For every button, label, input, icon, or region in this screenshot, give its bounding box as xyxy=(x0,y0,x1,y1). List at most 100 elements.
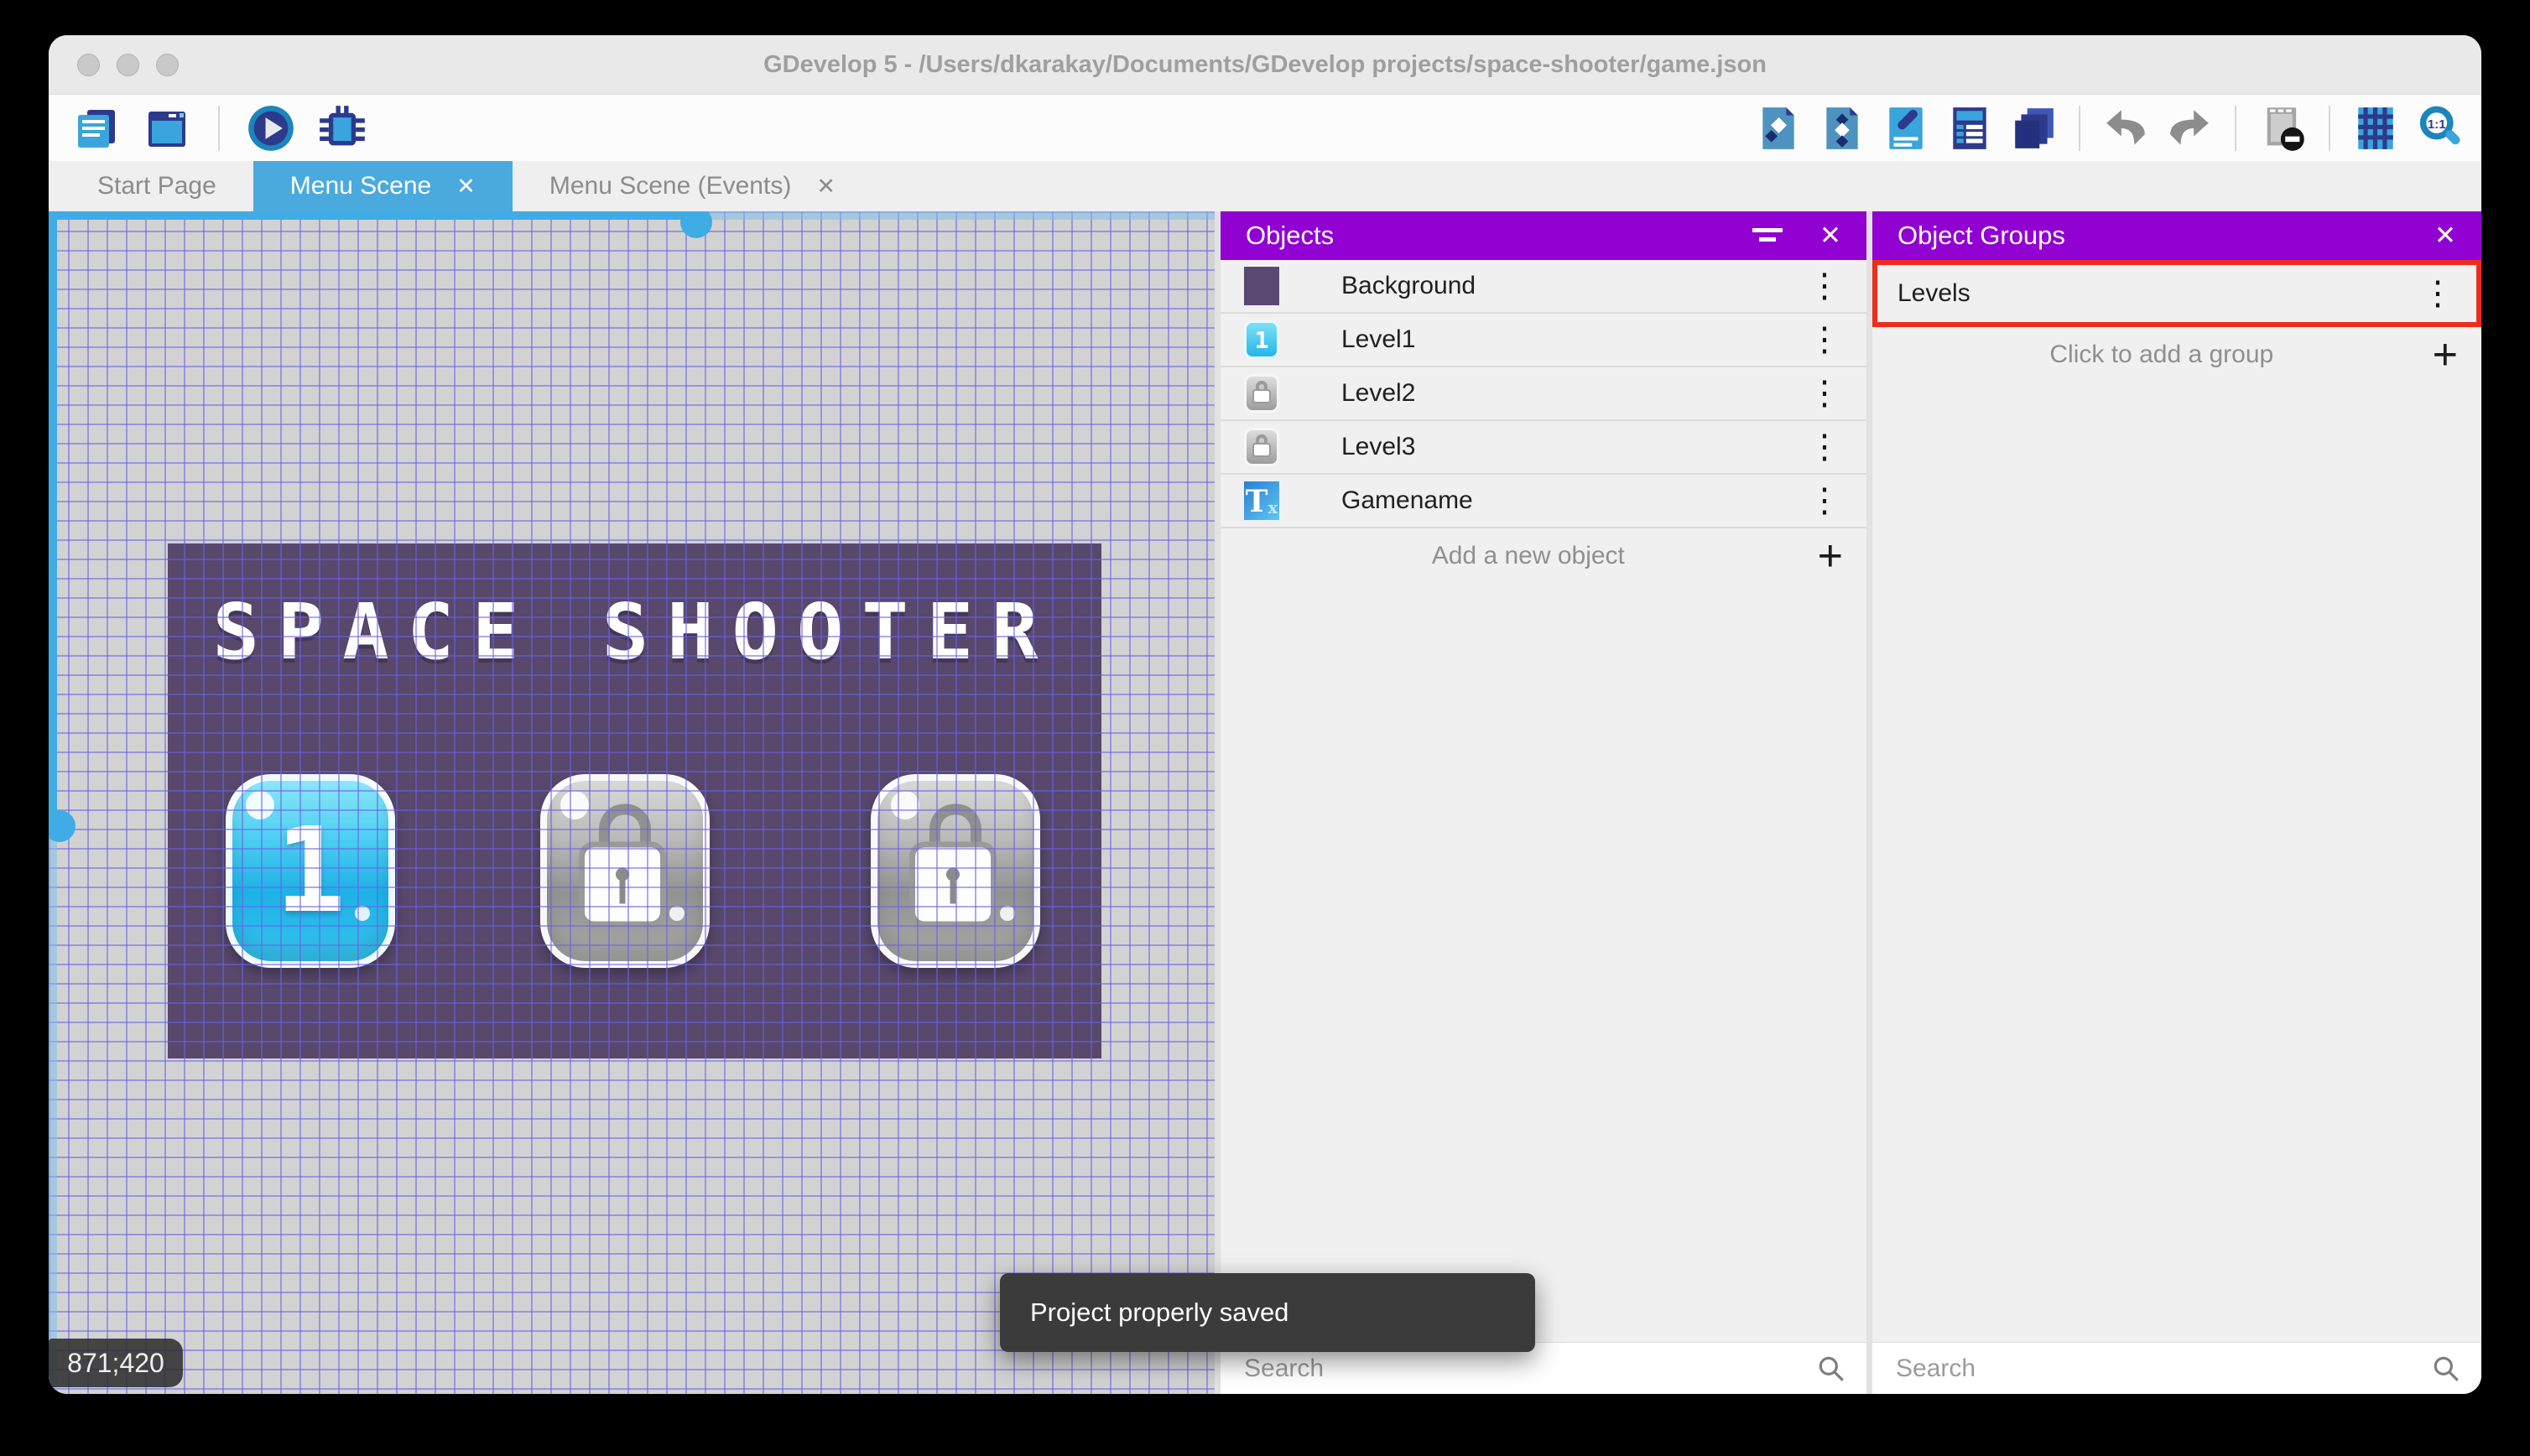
cursor-coordinates-badge: 871;420 xyxy=(49,1339,183,1387)
minimize-window-icon[interactable] xyxy=(117,53,139,76)
kebab-menu-icon[interactable]: ⋮ xyxy=(1801,267,1848,305)
object-name: Level1 xyxy=(1341,325,1416,353)
objects-panel-header: Objects ✕ xyxy=(1221,211,1866,260)
horizontal-scroll-knob[interactable] xyxy=(680,211,712,238)
zoom-window-icon[interactable] xyxy=(156,53,179,76)
kebab-menu-icon[interactable]: ⋮ xyxy=(1801,481,1848,520)
filter-icon[interactable] xyxy=(1752,226,1783,246)
locked-thumbnail xyxy=(1244,374,1279,413)
project-manager-icon[interactable] xyxy=(72,106,121,151)
text-object-thumbnail: Tx xyxy=(1244,481,1279,520)
tab-label: Menu Scene xyxy=(289,172,432,200)
toolbar-separator xyxy=(2235,105,2236,151)
tab-bar: Start Page Menu Scene ✕ Menu Scene (Even… xyxy=(49,161,2481,211)
close-tab-icon[interactable]: ✕ xyxy=(816,174,836,200)
add-object-row[interactable]: Add a new object + xyxy=(1221,528,1866,584)
object-row-level3[interactable]: Level3 ⋮ xyxy=(1221,421,1866,475)
plus-icon[interactable]: + xyxy=(2428,330,2463,380)
level3-button-object[interactable] xyxy=(871,774,1040,968)
object-row-level1[interactable]: 1 Level1 ⋮ xyxy=(1221,314,1866,367)
kebab-menu-icon[interactable]: ⋮ xyxy=(2414,274,2461,313)
tab-start-page[interactable]: Start Page xyxy=(60,161,253,211)
level2-button-object[interactable] xyxy=(540,774,710,968)
background-object[interactable]: SPACE SHOOTER 1 xyxy=(168,543,1101,1058)
objects-editor-icon[interactable] xyxy=(1755,104,1802,153)
objects-panel-spacer xyxy=(1221,584,1866,1342)
object-groups-panel: Object Groups ✕ Levels ⋮ Click to add a … xyxy=(1872,211,2481,1394)
zoom-1-1-icon[interactable]: 1:1 xyxy=(2416,104,2465,153)
toolbar-separator xyxy=(218,105,220,151)
level1-button-object[interactable]: 1 xyxy=(226,774,395,968)
redo-icon[interactable] xyxy=(2166,104,2213,153)
object-name: Background xyxy=(1341,272,1476,299)
object-name: Gamename xyxy=(1341,486,1473,514)
level1-number: 1 xyxy=(274,803,346,939)
mini-lock-icon xyxy=(1252,381,1272,406)
window-title: GDevelop 5 - /Users/dkarakay/Documents/G… xyxy=(763,50,1767,78)
panel-divider[interactable] xyxy=(1215,211,1221,1394)
toolbar-left-group xyxy=(72,104,367,153)
save-toast: Project properly saved xyxy=(1000,1273,1535,1352)
add-group-row[interactable]: Click to add a group + xyxy=(1872,327,2481,382)
object-groups-panel-header: Object Groups ✕ xyxy=(1872,211,2481,260)
vertical-scroll-knob[interactable] xyxy=(49,810,75,842)
panel-divider[interactable] xyxy=(1866,211,1872,1394)
main-area: SPACE SHOOTER 1 871;420 Objects ✕ Backgr… xyxy=(49,211,2481,1394)
close-window-icon[interactable] xyxy=(77,53,100,76)
object-name: Level2 xyxy=(1341,379,1416,407)
gamename-text-object[interactable]: SPACE SHOOTER xyxy=(168,587,1101,677)
object-row-gamename[interactable]: Tx Gamename ⋮ xyxy=(1221,475,1866,528)
toggle-grid-icon[interactable] xyxy=(2352,104,2399,153)
play-preview-icon[interactable] xyxy=(247,104,295,153)
kebab-menu-icon[interactable]: ⋮ xyxy=(1801,320,1848,359)
toolbar-right-group: 1:1 xyxy=(1755,104,2465,153)
search-icon xyxy=(2434,1356,2459,1381)
layers-editor-icon[interactable] xyxy=(2010,104,2057,153)
close-tab-icon[interactable]: ✕ xyxy=(456,174,476,200)
mini-lock-icon xyxy=(1252,434,1272,460)
zoom-ratio-label: 1:1 xyxy=(2428,117,2446,132)
object-name: Level3 xyxy=(1341,433,1416,460)
group-row-levels-annotation-highlight[interactable]: Levels ⋮ xyxy=(1872,260,2481,327)
object-groups-panel-title: Object Groups xyxy=(1898,221,2065,250)
debug-icon[interactable] xyxy=(317,104,367,153)
close-panel-icon[interactable]: ✕ xyxy=(1819,221,1841,251)
titlebar: GDevelop 5 - /Users/dkarakay/Documents/G… xyxy=(49,35,2481,94)
tab-label: Start Page xyxy=(97,172,216,200)
add-object-label: Add a new object xyxy=(1431,542,1625,569)
toggle-mask-icon[interactable] xyxy=(2258,104,2307,153)
toolbar-separator xyxy=(2329,105,2330,151)
close-panel-icon[interactable]: ✕ xyxy=(2434,221,2456,251)
lock-icon xyxy=(579,803,671,928)
object-groups-search-input[interactable] xyxy=(1896,1354,2431,1383)
kebab-menu-icon[interactable]: ⋮ xyxy=(1801,428,1848,466)
object-groups-search-bar xyxy=(1872,1342,2481,1394)
objects-panel: Objects ✕ Background ⋮ 1 Level1 ⋮ Level2… xyxy=(1221,211,1866,1394)
vertical-scrollbar[interactable] xyxy=(49,211,75,1394)
object-row-level2[interactable]: Level2 ⋮ xyxy=(1221,367,1866,421)
object-groups-panel-spacer xyxy=(1872,382,2481,1342)
object-row-background[interactable]: Background ⋮ xyxy=(1221,260,1866,314)
background-thumbnail xyxy=(1244,267,1279,305)
traffic-lights xyxy=(77,53,179,76)
objects-search-input[interactable] xyxy=(1244,1354,1816,1383)
properties-editor-icon[interactable] xyxy=(1882,104,1929,153)
locked-thumbnail xyxy=(1244,428,1279,466)
tab-menu-scene[interactable]: Menu Scene ✕ xyxy=(252,161,513,211)
objects-panel-title: Objects xyxy=(1246,221,1335,250)
scene-editor-canvas[interactable]: SPACE SHOOTER 1 871;420 xyxy=(49,211,1215,1394)
scene-preview-window-icon[interactable] xyxy=(143,106,191,151)
add-group-label: Click to add a group xyxy=(2049,341,2274,368)
search-icon xyxy=(1819,1356,1844,1381)
group-name: Levels xyxy=(1898,279,1970,307)
plus-icon[interactable]: + xyxy=(1813,531,1848,581)
undo-icon[interactable] xyxy=(2102,104,2149,153)
horizontal-scrollbar[interactable] xyxy=(49,211,1215,238)
toolbar: 1:1 xyxy=(49,94,2481,161)
object-groups-editor-icon[interactable] xyxy=(1819,104,1866,153)
instances-list-icon[interactable] xyxy=(1946,104,1993,153)
kebab-menu-icon[interactable]: ⋮ xyxy=(1801,374,1848,413)
gdevelop-window: GDevelop 5 - /Users/dkarakay/Documents/G… xyxy=(49,35,2481,1394)
level1-thumbnail: 1 xyxy=(1244,320,1279,359)
tab-menu-scene-events[interactable]: Menu Scene (Events) ✕ xyxy=(513,161,872,211)
